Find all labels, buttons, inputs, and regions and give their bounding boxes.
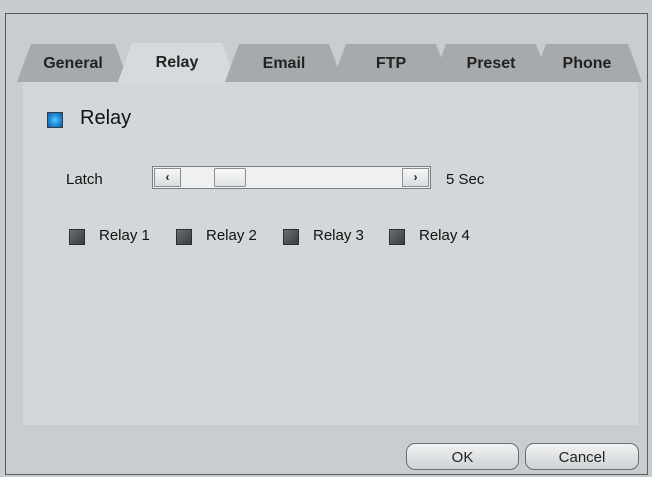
tab-bar: General Relay Email FTP Preset Phone bbox=[17, 44, 642, 82]
relay-1-label: Relay 1 bbox=[99, 227, 150, 244]
cancel-button[interactable]: Cancel bbox=[525, 443, 639, 470]
latch-slider-thumb[interactable] bbox=[213, 168, 246, 187]
tab-general[interactable]: General bbox=[17, 44, 129, 82]
tab-email[interactable]: Email bbox=[225, 44, 343, 82]
ok-button[interactable]: OK bbox=[406, 443, 519, 470]
latch-slider[interactable]: ‹ › bbox=[152, 166, 431, 189]
relay-2-checkbox[interactable] bbox=[176, 229, 192, 245]
relay-4-checkbox[interactable] bbox=[389, 229, 405, 245]
relay-1-checkbox[interactable] bbox=[69, 229, 85, 245]
scroll-left-button[interactable]: ‹ bbox=[154, 168, 181, 187]
latch-value: 5 Sec bbox=[446, 171, 485, 188]
relay-2-label: Relay 2 bbox=[206, 227, 257, 244]
tab-preset[interactable]: Preset bbox=[432, 44, 550, 82]
tab-relay[interactable]: Relay bbox=[118, 43, 236, 82]
relay-panel bbox=[23, 82, 638, 425]
scroll-right-button[interactable]: › bbox=[402, 168, 429, 187]
relay-section-title: Relay bbox=[80, 107, 132, 129]
relay-4-label: Relay 4 bbox=[419, 227, 470, 244]
relay-enable-checkbox[interactable] bbox=[47, 112, 63, 128]
relay-3-label: Relay 3 bbox=[313, 227, 364, 244]
latch-label: Latch bbox=[66, 171, 103, 188]
tab-phone[interactable]: Phone bbox=[532, 44, 642, 82]
tab-ftp[interactable]: FTP bbox=[332, 44, 450, 82]
relay-3-checkbox[interactable] bbox=[283, 229, 299, 245]
